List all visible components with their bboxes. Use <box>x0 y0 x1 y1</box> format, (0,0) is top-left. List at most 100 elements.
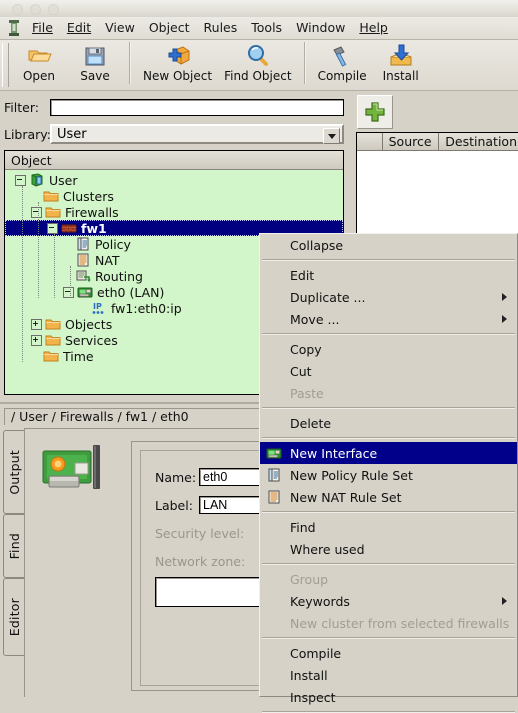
firewall-icon <box>61 221 77 235</box>
tab-editor[interactable]: Editor <box>3 578 25 656</box>
nat-icon <box>264 489 284 505</box>
rules-col-source[interactable]: Source <box>382 133 440 151</box>
find-object-button[interactable]: Find Object <box>218 40 297 88</box>
tree-node-firewalls[interactable]: Firewalls <box>5 204 343 220</box>
tab-output[interactable]: Output <box>3 430 25 514</box>
tree-node-label: NAT <box>95 252 120 268</box>
window-maximize-button[interactable] <box>48 4 59 15</box>
context-menu-no-icon <box>264 571 284 587</box>
tree-node-clusters[interactable]: Clusters <box>5 188 343 204</box>
menu-object[interactable]: Object <box>142 19 197 37</box>
context-menu-separator <box>262 437 515 439</box>
context-menu-separator <box>262 407 515 409</box>
interface-icon <box>264 445 284 461</box>
new-object-button[interactable]: New Object <box>137 40 218 88</box>
rules-col-destination[interactable]: Destination <box>439 133 518 151</box>
context-menu-item-edit[interactable]: Edit <box>260 264 517 286</box>
menu-help-label: Help <box>359 20 388 35</box>
menu-rules[interactable]: Rules <box>197 19 245 37</box>
menu-tools[interactable]: Tools <box>244 19 289 37</box>
network-zone-label: Network zone: <box>155 553 246 569</box>
app-tower-icon <box>3 18 25 38</box>
library-select-value: User <box>57 127 87 142</box>
tree-expand-icon[interactable] <box>31 318 42 330</box>
save-button[interactable]: Save <box>67 40 123 88</box>
context-menu-item-new-cluster-from-selected-firewalls: New cluster from selected firewalls <box>260 612 517 634</box>
context-menu-item-inspect[interactable]: Inspect <box>260 686 517 708</box>
tab-editor-label: Editor <box>7 597 22 637</box>
tab-output-label: Output <box>7 449 22 495</box>
save-button-label: Save <box>80 69 110 83</box>
context-menu-item-paste: Paste <box>260 382 517 404</box>
toolbar-drag-handle[interactable] <box>2 43 9 87</box>
tree-expand-icon[interactable] <box>31 334 42 346</box>
context-menu-item-move[interactable]: Move ... <box>260 308 517 330</box>
filter-input[interactable] <box>50 98 344 116</box>
rules-col-blank[interactable] <box>357 133 383 151</box>
context-menu-no-icon <box>264 689 284 705</box>
open-button[interactable]: Open <box>11 40 67 88</box>
install-button[interactable]: Install <box>373 40 429 88</box>
tree-node-label: Clusters <box>63 188 114 204</box>
window-minimize-button[interactable] <box>30 4 41 15</box>
library-select[interactable]: User <box>50 124 344 144</box>
main-toolbar: Open Save New Object Find Object Compile… <box>0 40 518 91</box>
folder-icon <box>45 333 61 347</box>
menu-view[interactable]: View <box>98 19 142 37</box>
toolbar-separator-2 <box>303 42 306 84</box>
chevron-down-icon[interactable] <box>323 128 340 144</box>
context-menu-item-install[interactable]: Install <box>260 664 517 686</box>
context-menu-item-new-policy-rule-set[interactable]: New Policy Rule Set <box>260 464 517 486</box>
filter-row: Filter: <box>4 96 344 118</box>
menu-file[interactable]: File <box>25 19 60 37</box>
menu-edit[interactable]: Edit <box>60 19 98 37</box>
compile-button-label: Compile <box>317 69 367 83</box>
field-row-network-zone: Network zone: <box>155 551 245 571</box>
context-menu-item-duplicate[interactable]: Duplicate ... <box>260 286 517 308</box>
context-menu-item-compile[interactable]: Compile <box>260 642 517 664</box>
context-menu-item-collapse[interactable]: Collapse <box>260 234 517 256</box>
context-menu-item-find[interactable]: Find <box>260 516 517 538</box>
install-download-icon <box>389 42 413 70</box>
library-row: Library: User <box>4 122 344 146</box>
context-menu-item-copy[interactable]: Copy <box>260 338 517 360</box>
compile-button[interactable]: Compile <box>312 40 373 88</box>
context-menu-item-new-interface[interactable]: New Interface <box>260 442 517 464</box>
tree-node-label: Services <box>65 332 118 348</box>
name-field-label: Name: <box>155 469 197 485</box>
context-menu-no-icon <box>264 267 284 283</box>
context-menu-item-new-nat-rule-set[interactable]: New NAT Rule Set <box>260 486 517 508</box>
folder-icon <box>45 317 61 331</box>
context-menu-item-keywords[interactable]: Keywords <box>260 590 517 612</box>
submenu-arrow-icon <box>502 315 507 323</box>
tree-collapse-icon[interactable] <box>15 174 26 186</box>
folder-icon <box>43 189 59 203</box>
context-menu-item-label: Inspect <box>290 689 336 705</box>
svg-text:IP: IP <box>93 302 102 311</box>
context-menu-no-icon <box>264 541 284 557</box>
tree-collapse-icon[interactable] <box>47 222 58 234</box>
menu-help[interactable]: Help <box>352 19 395 37</box>
tree-collapse-icon[interactable] <box>63 286 74 298</box>
menu-window[interactable]: Window <box>289 19 352 37</box>
window-close-button[interactable] <box>12 4 23 15</box>
new-object-icon <box>165 42 191 70</box>
context-menu-item-where-used[interactable]: Where used <box>260 538 517 560</box>
context-menu-item-label: New NAT Rule Set <box>290 489 402 505</box>
rules-table[interactable]: Source Destination <box>356 132 518 242</box>
context-menu-item-delete[interactable]: Delete <box>260 412 517 434</box>
context-menu-item-cut[interactable]: Cut <box>260 360 517 382</box>
tree-collapse-icon[interactable] <box>31 206 42 218</box>
nat-icon <box>75 253 91 267</box>
tree-node-user[interactable]: User <box>5 172 343 188</box>
menu-bar: File Edit View Object Rules Tools Window… <box>0 17 518 40</box>
context-menu-item-label: Compile <box>290 645 342 661</box>
menu-edit-label: Edit <box>66 20 92 35</box>
context-menu-separator <box>262 259 515 261</box>
tree-node-label: fw1:eth0:ip <box>111 300 182 316</box>
network-card-icon <box>39 443 109 501</box>
submenu-arrow-icon <box>502 293 507 301</box>
tab-find[interactable]: Find <box>3 514 25 578</box>
context-menu-item-label: New Policy Rule Set <box>290 467 413 483</box>
add-rule-button[interactable] <box>357 95 393 129</box>
